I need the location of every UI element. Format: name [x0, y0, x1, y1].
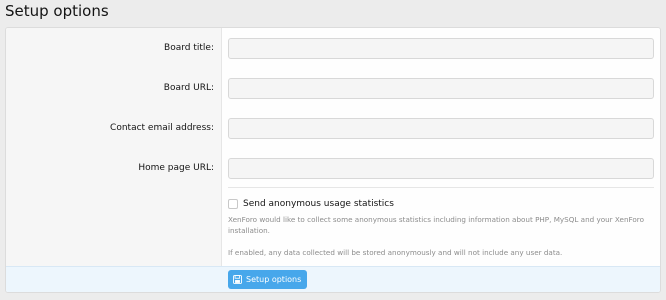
form-footer: Setup options — [6, 266, 660, 292]
home-page-url-label: Home page URL: — [138, 163, 214, 173]
stats-hint-collect: XenForo would like to collect some anony… — [228, 215, 644, 235]
divider — [228, 187, 654, 188]
page-title: Setup options — [5, 2, 109, 20]
setup-options-button[interactable]: Setup options — [228, 270, 308, 289]
setup-options-button-label: Setup options — [246, 275, 302, 284]
stats-checkbox-label: Send anonymous usage statistics — [243, 199, 394, 209]
board-title-label: Board title: — [164, 43, 214, 53]
stats-hint-anonymous: If enabled, any data collected will be s… — [228, 248, 563, 257]
board-url-label: Board URL: — [163, 83, 214, 93]
label-column: Board title: Board URL: Contact email ad… — [6, 28, 222, 266]
stats-option[interactable]: Send anonymous usage statistics — [228, 197, 394, 211]
setup-form: Board title: Board URL: Contact email ad… — [5, 27, 661, 293]
save-icon — [233, 275, 242, 284]
board-title-input[interactable] — [228, 38, 654, 59]
contact-email-label: Contact email address: — [110, 123, 214, 133]
board-url-input[interactable] — [228, 78, 654, 99]
contact-email-input[interactable] — [228, 118, 654, 139]
stats-checkbox[interactable] — [228, 199, 238, 209]
home-page-url-input[interactable] — [228, 158, 654, 179]
